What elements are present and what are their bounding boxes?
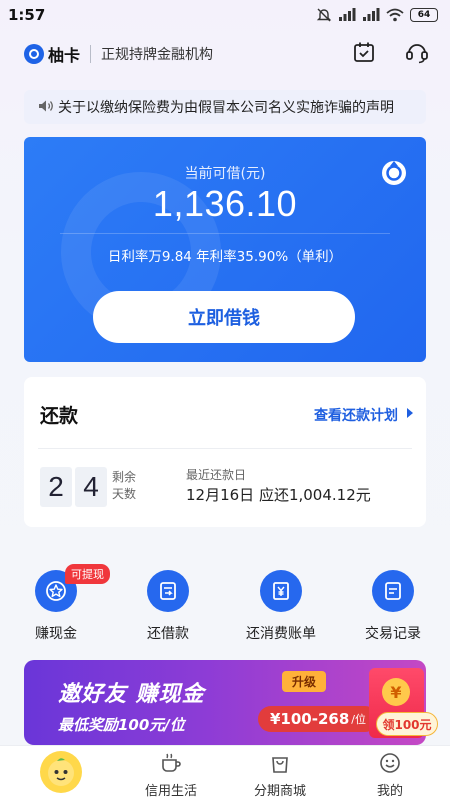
header-actions — [352, 39, 430, 69]
quick-action-label: 还消费账单 — [246, 626, 316, 642]
header-tagline: 正规持牌金融机构 — [101, 47, 214, 63]
upgrade-tag: 升级 — [282, 671, 327, 692]
loan-card: 当前可借(元) 1,136.10 日利率万9.84 年利率35.90%（单利） … — [24, 137, 426, 362]
bottom-navigation: 信用生活 分期商城 我的 — [0, 745, 450, 800]
notice-banner[interactable]: 关于以缴纳保险费为由假冒本公司名义实施诈骗的声明 — [24, 90, 426, 124]
smile-face-icon — [350, 752, 430, 774]
quick-action-transactions[interactable]: 交易记录 — [348, 570, 438, 643]
invite-promo-banner[interactable]: 邀好友 赚现金 最低奖励100元/位 升级 ¥100-268 /位 ¥ — [24, 660, 426, 745]
status-bar: 1:57 64 — [0, 0, 450, 30]
status-icons: 64 — [316, 7, 438, 23]
app-logo: 柚卡 — [24, 42, 80, 66]
quick-action-label: 交易记录 — [365, 626, 421, 642]
nav-label: 分期商城 — [253, 784, 306, 799]
app-header: 柚卡 正规持牌金融机构 — [24, 36, 430, 72]
chevron-right-icon — [406, 407, 414, 423]
recent-due-value: 12月16日 应还1,004.12元 — [186, 486, 371, 504]
nav-label: 我的 — [376, 784, 403, 799]
days-label-top: 剩余 — [112, 470, 137, 484]
header-divider — [90, 45, 92, 63]
view-repayment-plan-link[interactable]: 查看还款计划 — [314, 405, 414, 425]
repay-card-icon — [147, 570, 189, 612]
customer-service-icon[interactable] — [404, 39, 430, 69]
coffee-cup-icon — [131, 752, 211, 774]
shopping-bag-icon — [240, 752, 320, 774]
battery-icon: 64 — [410, 8, 438, 22]
get-reward-button[interactable]: 领100元 — [376, 712, 438, 736]
mute-bell-icon — [316, 7, 332, 23]
repayment-divider — [38, 448, 412, 449]
reward-range-value: ¥100-268 — [270, 710, 350, 728]
days-digit: 2 — [40, 467, 72, 507]
quick-action-label: 还借款 — [147, 626, 189, 642]
available-credit-label: 当前可借(元) — [184, 166, 266, 182]
repayment-plan-label: 查看还款计划 — [314, 408, 398, 424]
yen-bill-icon — [260, 570, 302, 612]
interest-rate-text: 日利率万9.84 年利率35.90%（单利） — [107, 249, 343, 265]
quick-action-pay-bill[interactable]: 还消费账单 — [236, 570, 326, 643]
record-list-icon — [372, 570, 414, 612]
quick-action-repay-loan[interactable]: 还借款 — [123, 570, 213, 643]
loan-card-divider — [60, 233, 390, 234]
repayment-title: 还款 — [40, 405, 79, 427]
quick-actions: 赚现金 可提现 还借款 还消费账单 交易记录 — [0, 560, 450, 650]
nav-credit-life[interactable]: 信用生活 — [131, 752, 211, 799]
days-remaining-label: 剩余 天数 — [112, 469, 136, 503]
reward-range: ¥100-268 /位 — [258, 706, 379, 732]
nav-label: 信用生活 — [144, 784, 197, 799]
quick-action-label: 赚现金 — [35, 626, 77, 642]
signal-hd-icon — [338, 8, 356, 22]
withdrawable-tag: 可提现 — [65, 564, 110, 584]
status-time: 1:57 — [8, 6, 46, 24]
calendar-icon[interactable] — [352, 40, 376, 68]
recent-due-label: 最近还款日 — [186, 468, 247, 482]
wifi-icon — [386, 8, 404, 22]
logo-text: 柚卡 — [48, 46, 81, 65]
reward-range-suffix: /位 — [351, 713, 367, 726]
signal-icon — [362, 8, 380, 22]
nav-mine[interactable]: 我的 — [350, 752, 430, 799]
days-digit: 4 — [75, 467, 107, 507]
promo-title: 邀好友 赚现金 — [58, 682, 205, 707]
promo-subtitle: 最低奖励100元/位 — [58, 716, 185, 734]
notice-text: 关于以缴纳保险费为由假冒本公司名义实施诈骗的声明 — [58, 100, 394, 116]
logo-mark-icon — [24, 44, 44, 64]
quick-action-earn-cash[interactable]: 赚现金 可提现 — [11, 564, 110, 643]
days-label-bottom: 天数 — [112, 487, 137, 501]
nav-installment-mall[interactable]: 分期商城 — [240, 752, 320, 799]
mascot-home-icon[interactable] — [40, 751, 82, 793]
speaker-icon — [38, 98, 54, 117]
available-credit-amount: 1,136.10 — [152, 183, 298, 224]
coin-icon: ¥ — [382, 678, 410, 706]
borrow-now-button[interactable]: 立即借钱 — [93, 291, 355, 343]
repayment-card: 还款 查看还款计划 2 4 剩余 天数 最近还款日 12月16日 应还1,004… — [24, 377, 426, 527]
